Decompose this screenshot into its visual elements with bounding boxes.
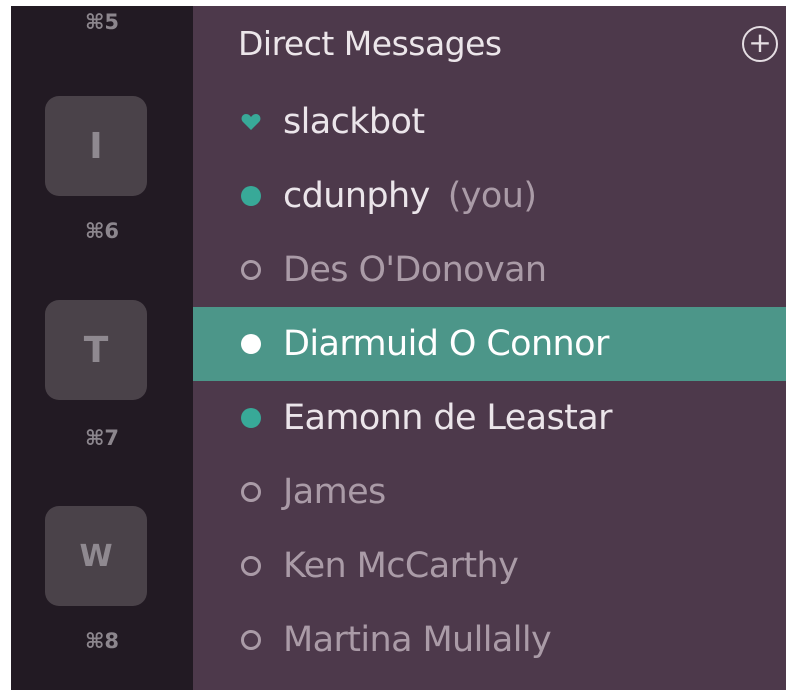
- dm-item-diarmuid-o-connor[interactable]: Diarmuid O Connor: [193, 307, 786, 381]
- presence-offline-icon: [241, 260, 261, 280]
- add-dm-button-glyph: +: [748, 26, 772, 59]
- heart-icon: [241, 113, 261, 131]
- you-label: (you): [447, 176, 537, 216]
- team-shortcut-label: ⌘8: [84, 629, 120, 653]
- dm-name: Diarmuid O Connor: [283, 324, 609, 364]
- presence-online-icon: [241, 334, 261, 354]
- presence-online-icon: [241, 408, 261, 428]
- dm-item-des-odonovan[interactable]: Des O'Donovan: [193, 233, 786, 307]
- dm-item-cdunphy[interactable]: cdunphy (you): [193, 159, 786, 233]
- dm-item-ken-mccarthy[interactable]: Ken McCarthy: [193, 529, 786, 603]
- presence-offline-icon: [241, 630, 261, 650]
- team-initial: I: [89, 125, 103, 167]
- team-shortcut-label: ⌘5: [84, 10, 120, 34]
- dm-name: Martina Mullally: [283, 620, 552, 660]
- team-switch-button-w[interactable]: W: [45, 506, 147, 606]
- dm-name: cdunphy: [283, 176, 430, 216]
- team-switcher-rail: ⌘5 I ⌘6 T ⌘7 W ⌘8: [11, 6, 193, 690]
- team-initial: T: [83, 329, 109, 371]
- presence-offline-icon: [241, 556, 261, 576]
- dm-item-slackbot[interactable]: slackbot: [193, 85, 786, 159]
- direct-messages-list: slackbot cdunphy (you) Des O'Donovan Dia…: [193, 85, 786, 677]
- dm-name: slackbot: [283, 102, 425, 142]
- plus-circle-icon[interactable]: +: [742, 26, 778, 62]
- app-frame: ⌘5 I ⌘6 T ⌘7 W ⌘8 Direct Messages + slac…: [11, 6, 786, 690]
- channel-sidebar: Direct Messages + slackbot cdunphy (you): [193, 6, 786, 690]
- dm-item-eamonn-de-leastar[interactable]: Eamonn de Leastar: [193, 381, 786, 455]
- team-shortcut-label: ⌘6: [84, 219, 120, 243]
- presence-online-icon: [241, 186, 261, 206]
- dm-name: Des O'Donovan: [283, 250, 547, 290]
- team-shortcut-label: ⌘7: [84, 426, 120, 450]
- dm-name: Ken McCarthy: [283, 546, 519, 586]
- dm-name: James: [283, 472, 386, 512]
- dm-name: Eamonn de Leastar: [283, 398, 613, 438]
- team-switch-button-i[interactable]: I: [45, 96, 147, 196]
- team-initial: W: [79, 538, 113, 574]
- direct-messages-heading[interactable]: Direct Messages: [238, 24, 502, 63]
- dm-item-james[interactable]: James: [193, 455, 786, 529]
- team-switch-button-t[interactable]: T: [45, 300, 147, 400]
- presence-offline-icon: [241, 482, 261, 502]
- dm-item-martina-mullally[interactable]: Martina Mullally: [193, 603, 786, 677]
